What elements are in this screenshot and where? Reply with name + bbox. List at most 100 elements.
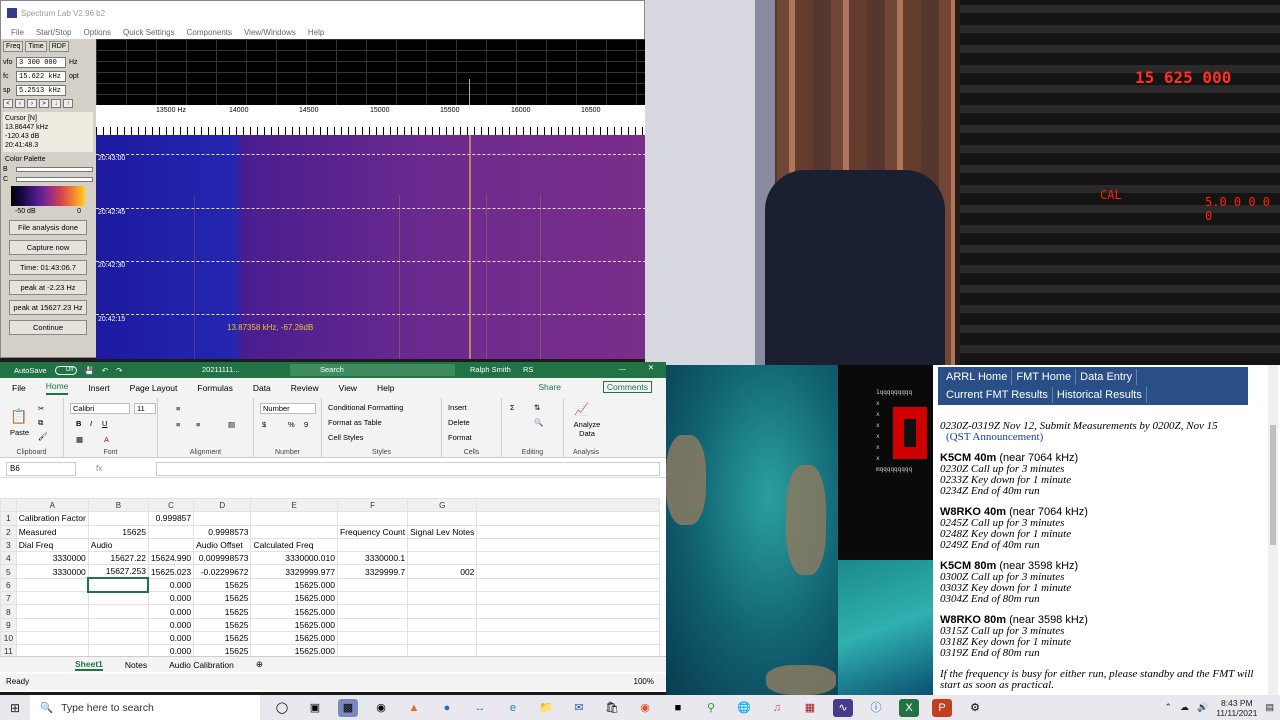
waterfall-display[interactable]: 20:43:00 20:42:45 20:42:30 20:42:15 13.8… [96,135,646,359]
name-box[interactable]: B6 [6,461,76,476]
add-sheet-icon[interactable]: ⊕ [256,659,263,670]
font-color-icon[interactable]: A [104,435,109,444]
sheet-cell[interactable]: 15627.253 [87,564,149,579]
bold-button[interactable]: B [76,419,81,428]
sheet-cell[interactable] [15,617,89,632]
camera-app-icon[interactable]: ◉ [371,699,391,717]
color-palette-bar[interactable] [11,186,85,206]
column-header[interactable]: E [250,498,338,513]
paste-icon[interactable]: 📋 [10,408,27,425]
menu-options[interactable]: Options [83,28,111,37]
tab-rdf[interactable]: RDF [48,41,70,52]
brightness-slider[interactable] [16,167,93,172]
align-top-icon[interactable]: ≡ [176,404,180,413]
paste-button[interactable]: Paste [10,428,29,437]
nav-fmt-home[interactable]: FMT Home [1012,369,1077,385]
arrow-left-icon[interactable]: < [3,99,13,108]
taskbar-search[interactable]: 🔍 Type here to search [30,695,260,720]
arrow-right-icon[interactable]: > [39,99,49,108]
sheet-cell[interactable] [407,617,478,632]
ribbon-tab-file[interactable]: File [12,383,26,393]
row-header[interactable]: 2 [0,524,17,539]
row-header[interactable]: 10 [0,630,17,646]
sheet-cell[interactable] [336,591,409,606]
column-header[interactable]: B [87,498,149,513]
close-icon[interactable]: ✕ [648,363,654,372]
windows-start-icon[interactable]: ⊞ [0,701,30,715]
sheet-tab-audio-calibration[interactable]: Audio Calibration [169,660,234,670]
sheet-cell[interactable]: 15625 [193,604,252,619]
sheet-cell[interactable] [336,577,409,593]
sheet-tab-notes[interactable]: Notes [125,660,147,670]
store-icon[interactable]: 🛍 [602,699,622,717]
autosave-toggle[interactable]: Off [54,365,77,375]
row-header[interactable]: 8 [0,604,17,619]
sheet-cell[interactable]: 0.000 [147,644,195,656]
nav-historical-results[interactable]: Historical Results [1053,387,1147,403]
column-header[interactable]: F [336,498,409,513]
sheet-cell[interactable] [87,604,149,619]
file-explorer-icon[interactable]: 📁 [536,699,556,717]
cortana-icon[interactable]: ◯ [272,699,292,717]
sheet-cell-empty[interactable] [476,630,660,646]
arrl-scroll-thumb[interactable] [1270,425,1276,545]
sheet-cell[interactable]: 15625 [193,577,252,593]
conditional-formatting-button[interactable]: Conditional Formatting [328,403,403,412]
sheet-cell[interactable]: 15625.000 [250,577,338,593]
row-header[interactable]: 4 [0,551,17,566]
sheet-cell[interactable] [407,551,478,566]
ribbon-tab-data[interactable]: Data [253,383,271,393]
align-center-icon[interactable]: ≡ [196,420,200,429]
capture-now-button[interactable]: Capture now [9,240,87,255]
column-header[interactable]: A [15,498,89,513]
menu-help[interactable]: Help [308,28,324,37]
sheet-cell[interactable]: 3329999.7 [336,564,409,579]
sheet-cell[interactable] [250,524,338,539]
sheet-cell[interactable]: 3330000 [15,551,89,566]
delete-cells-button[interactable]: Delete [448,418,470,427]
sheet-cell[interactable] [336,537,409,553]
teamviewer-icon[interactable]: ↔ [470,699,490,717]
sheet-cell[interactable] [15,630,89,646]
tool-icon[interactable]: ⚙ [965,699,985,717]
sheet-cell[interactable] [87,630,149,646]
app-icon[interactable]: ▩ [338,698,358,717]
continue-button[interactable]: Continue [9,320,87,335]
sheet-cell-empty[interactable] [476,524,660,539]
sheet-cell[interactable] [336,604,409,619]
menu-start-stop[interactable]: Start/Stop [36,28,72,37]
arrow-right-small-icon[interactable]: › [27,99,37,108]
sheet-cell[interactable]: 0.000 [147,630,195,646]
sheet-cell[interactable]: 0.9998573 [193,524,252,539]
column-header[interactable]: D [193,498,252,513]
task-view-icon[interactable]: ▣ [305,699,325,717]
sheet-cell[interactable]: Measured [15,524,89,539]
sheet-cell-empty[interactable] [476,577,660,593]
sp-field[interactable]: 5.2513 kHz [16,85,66,96]
vlc-icon[interactable]: ▲ [404,699,424,717]
sheet-cell[interactable]: 0.009998573 [193,551,252,566]
sheet-cell[interactable] [15,644,89,656]
sheet-cell-empty[interactable] [476,591,660,606]
percent-icon[interactable]: % [288,420,295,429]
sheet-cell[interactable]: Frequency Count [336,524,409,539]
spectrum-lab-titlebar[interactable]: Spectrum Lab V2.96 b2 [1,1,644,25]
sheet-cell[interactable]: Audio [87,537,149,553]
arrow-up-icon[interactable]: ↑ [63,99,73,108]
sheet-cell-empty[interactable] [476,644,660,656]
analyze-data-button[interactable]: Analyze Data [570,420,604,438]
globe-icon[interactable]: 🌐 [734,699,754,717]
sheet-cell[interactable] [407,630,478,646]
menu-file[interactable]: File [11,28,24,37]
volume-icon[interactable]: 🔊 [1197,702,1208,713]
sheet-cell[interactable] [15,604,89,619]
excel-taskbar-icon[interactable]: X [899,698,919,717]
sheet-cell[interactable] [15,591,89,606]
find-icon[interactable]: 🔍 [534,418,543,427]
spectrum-lab-taskbar-icon[interactable]: ∿ [833,698,853,717]
sheet-cell[interactable]: 15625 [87,524,149,539]
excel-filename[interactable]: 20211111... [202,365,239,374]
cell-styles-button[interactable]: Cell Styles [328,433,363,442]
sheet-cell[interactable]: 15625 [193,630,252,646]
ribbon-tab-home[interactable]: Home [45,381,69,395]
